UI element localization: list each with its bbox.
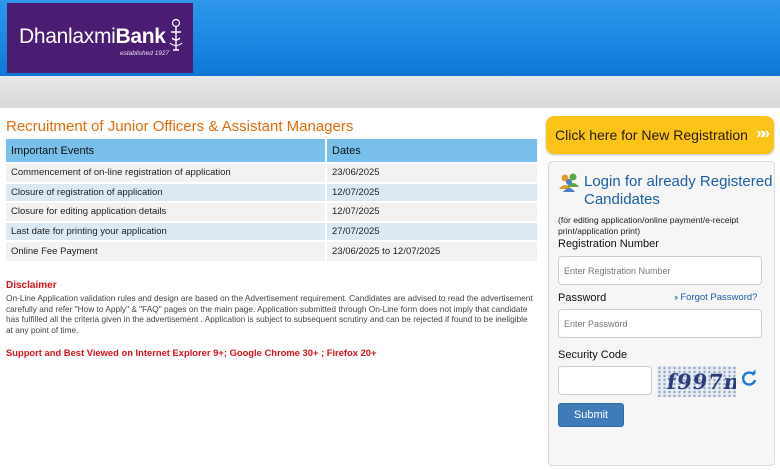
event-cell: Commencement of on-line registration of … — [6, 162, 327, 183]
table-row: Last date for printing your application … — [6, 220, 539, 241]
chevron-right-icon: ›› — [674, 292, 679, 303]
forgot-password-label: Forgot Password? — [680, 292, 758, 303]
security-code-label: Security Code — [558, 349, 628, 361]
date-cell: 12/07/2025 — [326, 201, 539, 222]
table-row: Online Fee Payment 23/06/2025 to 12/07/2… — [6, 240, 539, 261]
date-cell: 12/07/2025 — [326, 181, 539, 202]
event-cell: Last date for printing your application — [6, 220, 327, 241]
users-icon — [559, 173, 579, 192]
new-registration-button[interactable]: Click here for New Registration »» — [546, 116, 774, 154]
site-header: DhanlaxmiBank established 1927 — [0, 0, 780, 76]
disclaimer-heading: Disclaimer — [6, 280, 57, 291]
login-title: Login for already Registered Candidates — [584, 173, 773, 208]
table-row: Closure for editing application details … — [6, 201, 539, 222]
browser-support-note: Support and Best Viewed on Internet Expl… — [6, 347, 377, 358]
event-cell: Closure of registration of application — [6, 181, 327, 202]
event-cell: Online Fee Payment — [6, 240, 327, 261]
date-cell: 27/07/2025 — [326, 220, 539, 241]
password-label: Password — [558, 292, 607, 304]
bank-emblem-icon — [169, 18, 183, 51]
date-cell: 23/06/2025 — [326, 162, 539, 183]
event-cell: Closure for editing application details — [6, 201, 327, 222]
sub-navigation-bar — [0, 76, 780, 108]
captcha-image: f997n — [657, 366, 736, 397]
submit-button[interactable]: Submit — [558, 403, 624, 427]
chevron-right-icon: »» — [756, 125, 770, 142]
important-events-table: Important Events Dates Commencement of o… — [6, 139, 539, 261]
date-cell: 23/06/2025 to 12/07/2025 — [326, 240, 539, 261]
logo-wordmark: DhanlaxmiBank — [19, 25, 166, 48]
new-registration-label: Click here for New Registration — [555, 127, 748, 143]
page-title: Recruitment of Junior Officers & Assista… — [6, 118, 354, 135]
table-row: Closure of registration of application 1… — [6, 181, 539, 202]
login-note: (for editing application/online payment/… — [558, 215, 739, 236]
table-row: Commencement of on-line registration of … — [6, 162, 539, 183]
captcha-text: f997n — [665, 369, 736, 394]
column-header-dates: Dates — [326, 139, 539, 163]
column-header-events: Important Events — [6, 139, 327, 163]
disclaimer-text: On-Line Application validation rules and… — [6, 293, 533, 335]
refresh-icon[interactable] — [740, 369, 758, 387]
registration-number-input[interactable] — [558, 256, 762, 285]
table-header-row: Important Events Dates — [6, 139, 539, 163]
password-input[interactable] — [558, 309, 762, 338]
security-code-input[interactable] — [558, 366, 652, 395]
forgot-password-link[interactable]: ›› Forgot Password? — [674, 292, 757, 303]
logo-tagline: established 1927 — [120, 50, 170, 57]
registration-number-label: Registration Number — [558, 238, 659, 250]
bank-logo[interactable]: DhanlaxmiBank established 1927 — [7, 3, 193, 73]
